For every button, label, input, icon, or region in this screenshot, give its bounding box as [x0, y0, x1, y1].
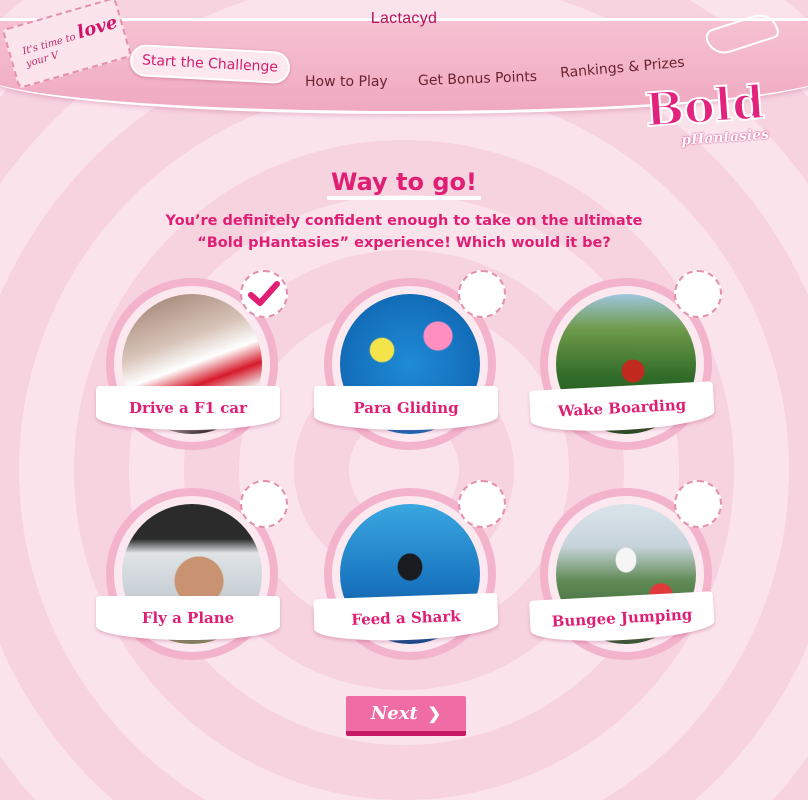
checkbox[interactable]: [458, 270, 506, 318]
page-subtitle: You’re definitely confident enough to ta…: [165, 213, 643, 251]
option-card-bungee[interactable]: Bungee Jumping: [528, 480, 722, 668]
option-card-fly-plane[interactable]: Fly a Plane: [96, 480, 288, 668]
checkbox[interactable]: [458, 480, 506, 528]
page-title: Way to go!: [0, 168, 808, 200]
checkbox[interactable]: [674, 270, 722, 318]
option-card-wake-boarding[interactable]: Wake Boarding: [528, 270, 722, 458]
next-button[interactable]: Next ❯: [346, 696, 466, 736]
option-label-banner: Bungee Jumping: [528, 591, 716, 645]
option-card-f1[interactable]: Drive a F1 car: [96, 270, 288, 458]
option-label-banner: Fly a Plane: [96, 596, 280, 640]
option-card-para-gliding[interactable]: Para Gliding: [314, 270, 506, 458]
option-label-banner: Wake Boarding: [528, 381, 716, 435]
option-card-feed-shark[interactable]: Feed a Shark: [313, 480, 506, 668]
option-label-banner: Drive a F1 car: [96, 386, 280, 430]
option-label-banner: Feed a Shark: [313, 592, 499, 644]
bold-phantasies-logo: Bold pHantasies: [642, 74, 770, 149]
checkbox[interactable]: [674, 480, 722, 528]
option-label-banner: Para Gliding: [314, 386, 498, 430]
checkmark-icon: [248, 281, 280, 306]
chevron-right-icon: ❯: [427, 704, 442, 723]
checkbox[interactable]: [240, 480, 288, 528]
checkbox[interactable]: [240, 270, 288, 318]
nav-how-to-play[interactable]: How to Play: [305, 74, 388, 90]
